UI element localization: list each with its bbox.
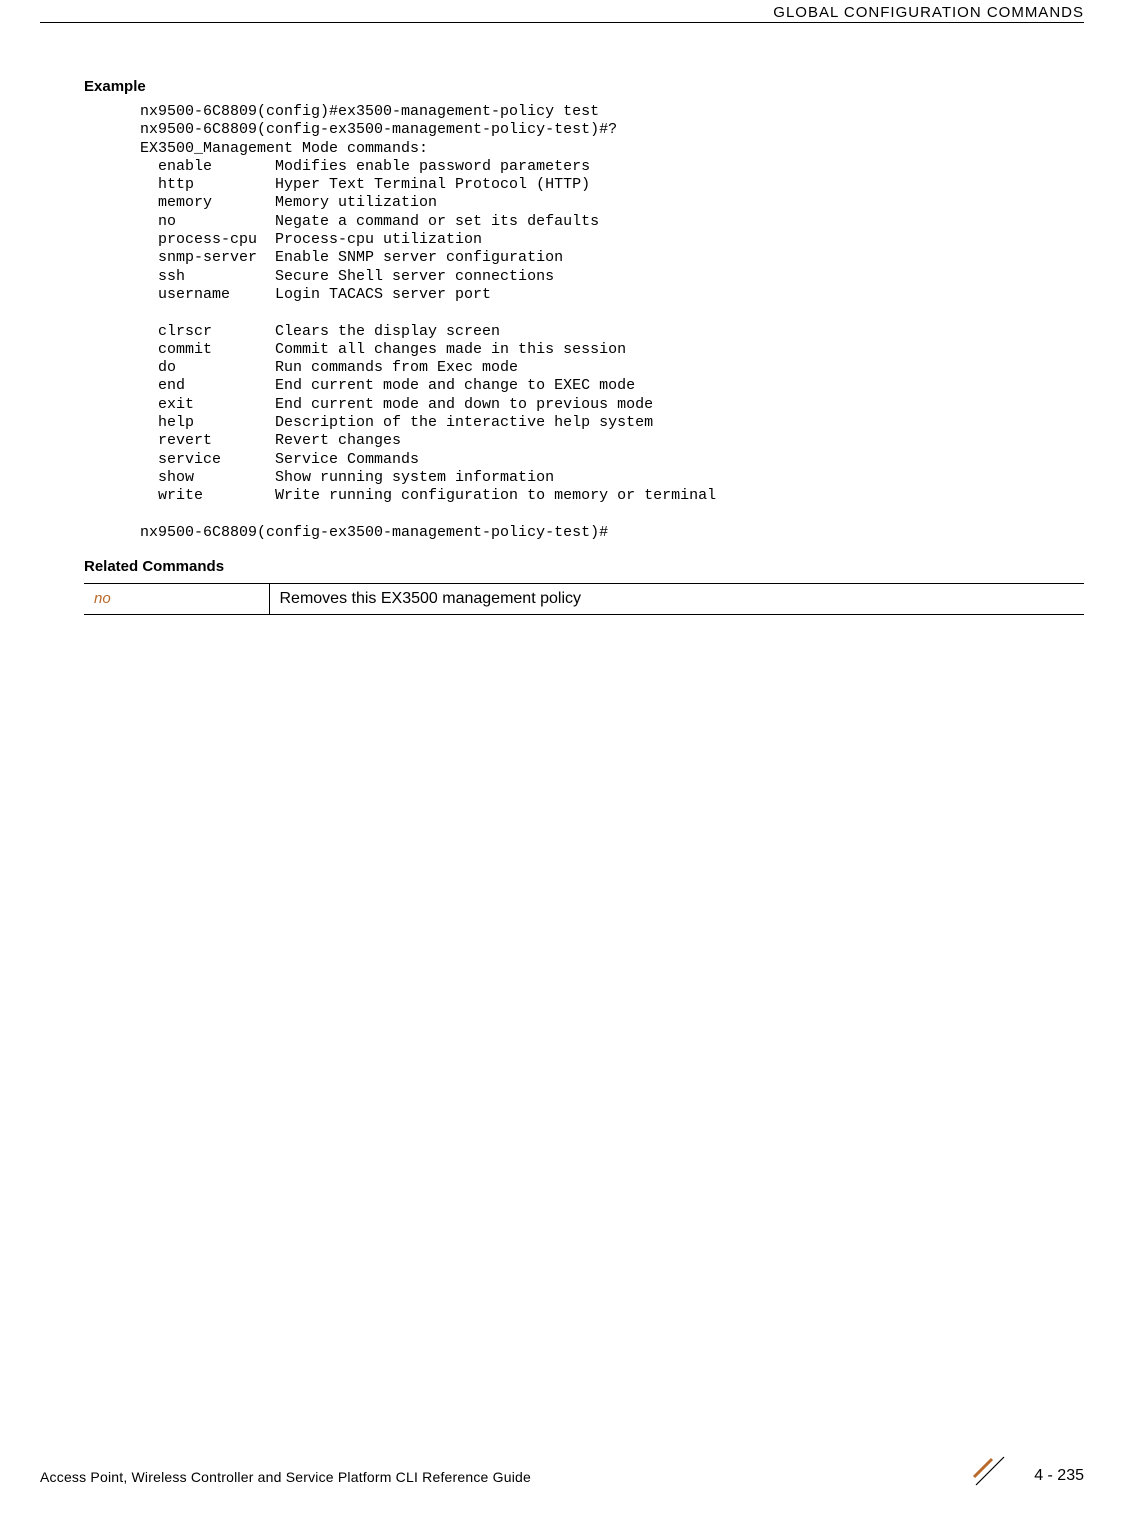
- slash-icon: [970, 1451, 1010, 1491]
- code-line: commit Commit all changes made in this s…: [140, 341, 626, 358]
- code-line: end End current mode and change to EXEC …: [140, 377, 635, 394]
- code-line: ssh Secure Shell server connections: [140, 268, 554, 285]
- footer-guide-title: Access Point, Wireless Controller and Se…: [40, 1469, 531, 1485]
- header-rule: [40, 22, 1084, 23]
- code-line: nx9500-6C8809(config)#ex3500-management-…: [140, 103, 599, 120]
- code-line: username Login TACACS server port: [140, 286, 491, 303]
- related-command-link[interactable]: no: [84, 584, 269, 615]
- code-line: exit End current mode and down to previo…: [140, 396, 653, 413]
- code-line: http Hyper Text Terminal Protocol (HTTP): [140, 176, 590, 193]
- code-line: revert Revert changes: [140, 432, 401, 449]
- page-number: 4 - 235: [1034, 1467, 1084, 1485]
- related-commands-heading: Related Commands: [84, 558, 1084, 575]
- code-line: no Negate a command or set its defaults: [140, 213, 599, 230]
- code-line: nx9500-6C8809(config-ex3500-management-p…: [140, 121, 617, 138]
- code-line: help Description of the interactive help…: [140, 414, 653, 431]
- code-line: do Run commands from Exec mode: [140, 359, 518, 376]
- related-command-desc: Removes this EX3500 management policy: [269, 584, 1084, 615]
- code-line: write Write running configuration to mem…: [140, 487, 716, 504]
- code-line: service Service Commands: [140, 451, 419, 468]
- code-line: clrscr Clears the display screen: [140, 323, 500, 340]
- cli-output: nx9500-6C8809(config)#ex3500-management-…: [140, 103, 1084, 542]
- page-content: Example nx9500-6C8809(config)#ex3500-man…: [84, 78, 1084, 615]
- code-line: show Show running system information: [140, 469, 554, 486]
- page-footer: Access Point, Wireless Controller and Se…: [40, 1455, 1088, 1485]
- code-line: nx9500-6C8809(config-ex3500-management-p…: [140, 524, 608, 541]
- code-line: process-cpu Process-cpu utilization: [140, 231, 482, 248]
- code-line: memory Memory utilization: [140, 194, 437, 211]
- code-line: EX3500_Management Mode commands:: [140, 140, 428, 157]
- code-line: snmp-server Enable SNMP server configura…: [140, 249, 563, 266]
- running-header: GLOBAL CONFIGURATION COMMANDS: [773, 4, 1084, 21]
- code-line: enable Modifies enable password paramete…: [140, 158, 590, 175]
- related-commands-table: no Removes this EX3500 management policy: [84, 583, 1084, 615]
- example-heading: Example: [84, 78, 1084, 95]
- table-row: no Removes this EX3500 management policy: [84, 584, 1084, 615]
